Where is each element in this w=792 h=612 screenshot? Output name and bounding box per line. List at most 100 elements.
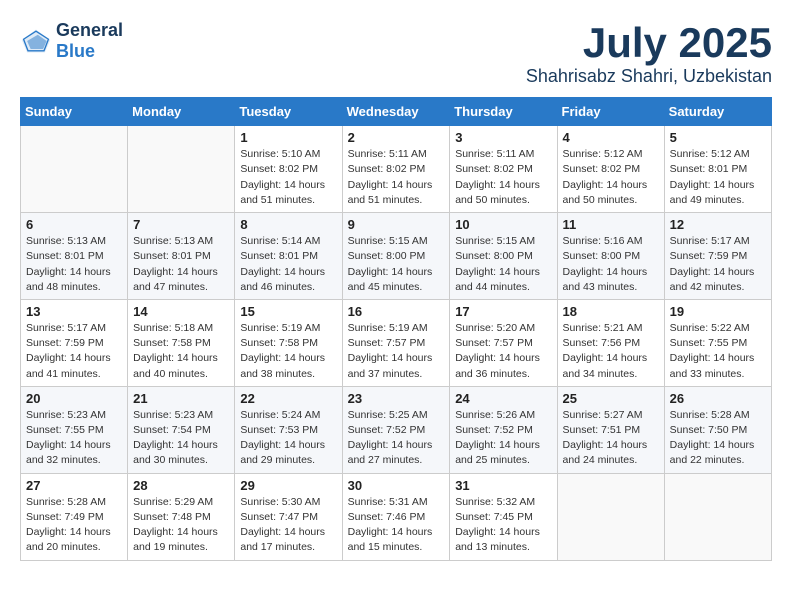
day-info: Sunrise: 5:11 AM Sunset: 8:02 PM Dayligh… bbox=[455, 147, 551, 208]
calendar-cell bbox=[128, 126, 235, 213]
calendar-cell: 15 Sunrise: 5:19 AM Sunset: 7:58 PM Dayli… bbox=[235, 299, 342, 386]
day-number: 11 bbox=[563, 217, 659, 232]
day-info: Sunrise: 5:28 AM Sunset: 7:50 PM Dayligh… bbox=[670, 408, 766, 469]
calendar-cell bbox=[664, 473, 771, 560]
calendar-cell bbox=[21, 126, 128, 213]
calendar-cell: 24 Sunrise: 5:26 AM Sunset: 7:52 PM Dayli… bbox=[450, 386, 557, 473]
day-number: 3 bbox=[455, 130, 551, 145]
day-info: Sunrise: 5:29 AM Sunset: 7:48 PM Dayligh… bbox=[133, 495, 229, 556]
day-number: 30 bbox=[348, 478, 445, 493]
calendar-week-row: 27 Sunrise: 5:28 AM Sunset: 7:49 PM Dayli… bbox=[21, 473, 772, 560]
day-info: Sunrise: 5:23 AM Sunset: 7:54 PM Dayligh… bbox=[133, 408, 229, 469]
calendar-cell: 29 Sunrise: 5:30 AM Sunset: 7:47 PM Dayli… bbox=[235, 473, 342, 560]
day-info: Sunrise: 5:23 AM Sunset: 7:55 PM Dayligh… bbox=[26, 408, 122, 469]
calendar-cell: 27 Sunrise: 5:28 AM Sunset: 7:49 PM Dayli… bbox=[21, 473, 128, 560]
day-number: 19 bbox=[670, 304, 766, 319]
calendar-cell: 7 Sunrise: 5:13 AM Sunset: 8:01 PM Daylig… bbox=[128, 213, 235, 300]
calendar-cell: 17Sunrise: 5:20 AM Sunset: 7:57 PM Dayli… bbox=[450, 299, 557, 386]
day-info: Sunrise: 5:24 AM Sunset: 7:53 PM Dayligh… bbox=[240, 408, 336, 469]
calendar-cell: 16 Sunrise: 5:19 AM Sunset: 7:57 PM Dayli… bbox=[342, 299, 450, 386]
day-info: Sunrise: 5:19 AM Sunset: 7:57 PM Dayligh… bbox=[348, 321, 445, 382]
day-number: 31 bbox=[455, 478, 551, 493]
page-header: General Blue July 2025 Shahrisabz Shahri… bbox=[20, 20, 772, 87]
calendar-cell: 18Sunrise: 5:21 AM Sunset: 7:56 PM Dayli… bbox=[557, 299, 664, 386]
day-number: 25 bbox=[563, 391, 659, 406]
day-info: Sunrise: 5:17 AM Sunset: 7:59 PM Dayligh… bbox=[670, 234, 766, 295]
calendar-header-tuesday: Tuesday bbox=[235, 98, 342, 126]
day-info: Sunrise: 5:14 AM Sunset: 8:01 PM Dayligh… bbox=[240, 234, 336, 295]
title-section: July 2025 Shahrisabz Shahri, Uzbekistan bbox=[526, 20, 772, 87]
calendar-cell: 6Sunrise: 5:13 AM Sunset: 8:01 PM Daylig… bbox=[21, 213, 128, 300]
calendar-cell: 23 Sunrise: 5:25 AM Sunset: 7:52 PM Dayli… bbox=[342, 386, 450, 473]
calendar-cell: 1 Sunrise: 5:10 AM Sunset: 8:02 PM Daylig… bbox=[235, 126, 342, 213]
day-number: 10 bbox=[455, 217, 551, 232]
day-info: Sunrise: 5:32 AM Sunset: 7:45 PM Dayligh… bbox=[455, 495, 551, 556]
logo-icon bbox=[20, 27, 52, 55]
calendar-cell: 20 Sunrise: 5:23 AM Sunset: 7:55 PM Dayli… bbox=[21, 386, 128, 473]
calendar-cell: 14Sunrise: 5:18 AM Sunset: 7:58 PM Dayli… bbox=[128, 299, 235, 386]
day-number: 8 bbox=[240, 217, 336, 232]
day-number: 24 bbox=[455, 391, 551, 406]
day-number: 1 bbox=[240, 130, 336, 145]
day-info: Sunrise: 5:25 AM Sunset: 7:52 PM Dayligh… bbox=[348, 408, 445, 469]
day-number: 2 bbox=[348, 130, 445, 145]
calendar-table: SundayMondayTuesdayWednesdayThursdayFrid… bbox=[20, 97, 772, 560]
calendar-cell: 5 Sunrise: 5:12 AM Sunset: 8:01 PM Daylig… bbox=[664, 126, 771, 213]
calendar-cell: 4Sunrise: 5:12 AM Sunset: 8:02 PM Daylig… bbox=[557, 126, 664, 213]
calendar-header-monday: Monday bbox=[128, 98, 235, 126]
calendar-cell: 30Sunrise: 5:31 AM Sunset: 7:46 PM Dayli… bbox=[342, 473, 450, 560]
calendar-cell: 12Sunrise: 5:17 AM Sunset: 7:59 PM Dayli… bbox=[664, 213, 771, 300]
day-info: Sunrise: 5:17 AM Sunset: 7:59 PM Dayligh… bbox=[26, 321, 122, 382]
logo: General Blue bbox=[20, 20, 123, 62]
calendar-week-row: 13 Sunrise: 5:17 AM Sunset: 7:59 PM Dayli… bbox=[21, 299, 772, 386]
day-info: Sunrise: 5:12 AM Sunset: 8:02 PM Dayligh… bbox=[563, 147, 659, 208]
month-title: July 2025 bbox=[526, 20, 772, 66]
calendar-cell: 22Sunrise: 5:24 AM Sunset: 7:53 PM Dayli… bbox=[235, 386, 342, 473]
calendar-header-saturday: Saturday bbox=[664, 98, 771, 126]
day-number: 26 bbox=[670, 391, 766, 406]
day-info: Sunrise: 5:26 AM Sunset: 7:52 PM Dayligh… bbox=[455, 408, 551, 469]
calendar-cell: 11Sunrise: 5:16 AM Sunset: 8:00 PM Dayli… bbox=[557, 213, 664, 300]
day-number: 9 bbox=[348, 217, 445, 232]
calendar-header-sunday: Sunday bbox=[21, 98, 128, 126]
day-number: 27 bbox=[26, 478, 122, 493]
day-number: 14 bbox=[133, 304, 229, 319]
day-info: Sunrise: 5:13 AM Sunset: 8:01 PM Dayligh… bbox=[26, 234, 122, 295]
day-number: 21 bbox=[133, 391, 229, 406]
calendar-header-row: SundayMondayTuesdayWednesdayThursdayFrid… bbox=[21, 98, 772, 126]
calendar-week-row: 1 Sunrise: 5:10 AM Sunset: 8:02 PM Daylig… bbox=[21, 126, 772, 213]
day-number: 20 bbox=[26, 391, 122, 406]
calendar-cell: 31 Sunrise: 5:32 AM Sunset: 7:45 PM Dayli… bbox=[450, 473, 557, 560]
day-number: 28 bbox=[133, 478, 229, 493]
calendar-cell: 2Sunrise: 5:11 AM Sunset: 8:02 PM Daylig… bbox=[342, 126, 450, 213]
calendar-cell: 10 Sunrise: 5:15 AM Sunset: 8:00 PM Dayli… bbox=[450, 213, 557, 300]
calendar-cell: 28 Sunrise: 5:29 AM Sunset: 7:48 PM Dayli… bbox=[128, 473, 235, 560]
day-info: Sunrise: 5:21 AM Sunset: 7:56 PM Dayligh… bbox=[563, 321, 659, 382]
calendar-cell bbox=[557, 473, 664, 560]
calendar-cell: 25Sunrise: 5:27 AM Sunset: 7:51 PM Dayli… bbox=[557, 386, 664, 473]
day-number: 17 bbox=[455, 304, 551, 319]
calendar-cell: 9 Sunrise: 5:15 AM Sunset: 8:00 PM Daylig… bbox=[342, 213, 450, 300]
calendar-cell: 26 Sunrise: 5:28 AM Sunset: 7:50 PM Dayli… bbox=[664, 386, 771, 473]
calendar-cell: 3 Sunrise: 5:11 AM Sunset: 8:02 PM Daylig… bbox=[450, 126, 557, 213]
day-info: Sunrise: 5:15 AM Sunset: 8:00 PM Dayligh… bbox=[348, 234, 445, 295]
day-info: Sunrise: 5:28 AM Sunset: 7:49 PM Dayligh… bbox=[26, 495, 122, 556]
day-info: Sunrise: 5:10 AM Sunset: 8:02 PM Dayligh… bbox=[240, 147, 336, 208]
calendar-week-row: 20 Sunrise: 5:23 AM Sunset: 7:55 PM Dayli… bbox=[21, 386, 772, 473]
day-number: 7 bbox=[133, 217, 229, 232]
calendar-cell: 21 Sunrise: 5:23 AM Sunset: 7:54 PM Dayli… bbox=[128, 386, 235, 473]
day-number: 5 bbox=[670, 130, 766, 145]
day-info: Sunrise: 5:19 AM Sunset: 7:58 PM Dayligh… bbox=[240, 321, 336, 382]
day-number: 23 bbox=[348, 391, 445, 406]
day-info: Sunrise: 5:12 AM Sunset: 8:01 PM Dayligh… bbox=[670, 147, 766, 208]
day-info: Sunrise: 5:13 AM Sunset: 8:01 PM Dayligh… bbox=[133, 234, 229, 295]
day-number: 29 bbox=[240, 478, 336, 493]
day-number: 16 bbox=[348, 304, 445, 319]
calendar-cell: 13 Sunrise: 5:17 AM Sunset: 7:59 PM Dayli… bbox=[21, 299, 128, 386]
calendar-header-thursday: Thursday bbox=[450, 98, 557, 126]
day-info: Sunrise: 5:30 AM Sunset: 7:47 PM Dayligh… bbox=[240, 495, 336, 556]
logo-text: General Blue bbox=[56, 20, 123, 62]
day-info: Sunrise: 5:15 AM Sunset: 8:00 PM Dayligh… bbox=[455, 234, 551, 295]
day-number: 15 bbox=[240, 304, 336, 319]
day-number: 13 bbox=[26, 304, 122, 319]
